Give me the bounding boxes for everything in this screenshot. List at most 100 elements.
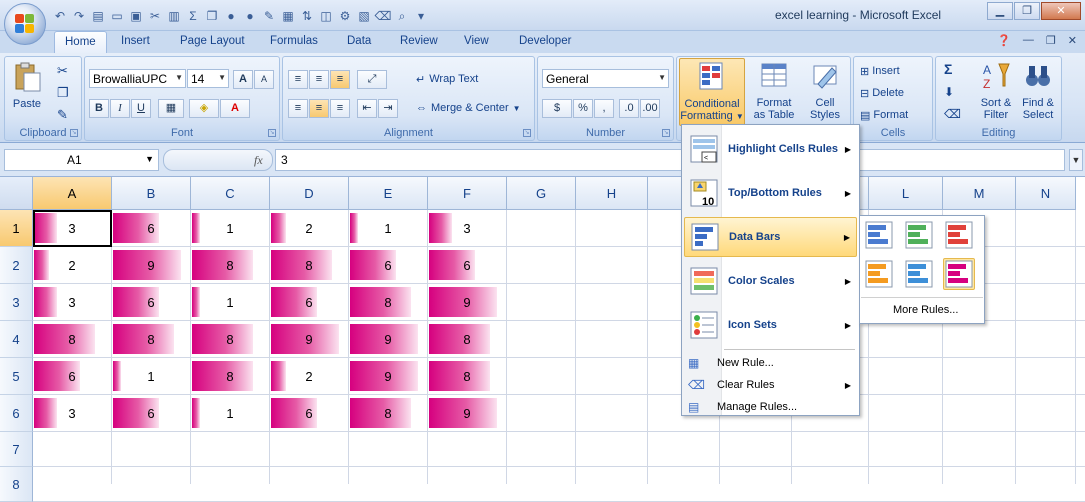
settings-icon[interactable]: ⚙ xyxy=(337,8,353,24)
cell-a3[interactable]: 3 xyxy=(33,284,111,320)
cell-d6[interactable]: 6 xyxy=(270,395,348,431)
cell-e6[interactable]: 8 xyxy=(349,395,427,431)
tab-insert[interactable]: Insert xyxy=(121,35,150,47)
orientation-icon[interactable]: ⤢ xyxy=(357,69,387,89)
cell-c2[interactable]: 8 xyxy=(191,247,269,283)
row-header-5[interactable]: 5 xyxy=(0,358,33,395)
binoculars-icon[interactable]: ⌕ xyxy=(394,8,410,24)
cell-f4[interactable]: 8 xyxy=(428,321,506,357)
column-header-h[interactable]: H xyxy=(576,177,648,210)
merge-center-button[interactable]: ⇔ Merge & Center ▼ xyxy=(416,98,521,118)
name-box[interactable]: A1 ▼ xyxy=(4,149,159,171)
clipboard-launcher-icon[interactable]: ↘ xyxy=(70,129,78,137)
chart-icon[interactable]: ▥ xyxy=(166,8,182,24)
cell-c3[interactable]: 1 xyxy=(191,284,269,320)
format-as-table-button[interactable]: Format as Table xyxy=(749,60,799,121)
number-launcher-icon[interactable]: ↘ xyxy=(662,129,670,137)
column-header-m[interactable]: M xyxy=(943,177,1016,210)
cell-e4[interactable]: 9 xyxy=(349,321,427,357)
cell-e2[interactable]: 6 xyxy=(349,247,427,283)
close-workbook-icon[interactable]: ✕ xyxy=(1068,34,1077,47)
close-button[interactable]: ✕ xyxy=(1041,2,1081,20)
autosum-icon[interactable]: Σ xyxy=(944,61,952,77)
italic-button[interactable]: I xyxy=(110,98,130,118)
increase-indent-icon[interactable]: ⇥ xyxy=(378,98,398,118)
menu-highlight-cells-rules[interactable]: < Highlight Cells Rules ▶ xyxy=(684,129,857,169)
cell-a4[interactable]: 8 xyxy=(33,321,111,357)
minimize-button[interactable]: ▁ xyxy=(987,2,1013,20)
cut-icon[interactable]: ✂ xyxy=(57,63,68,79)
shrink-font-button[interactable]: A xyxy=(254,69,274,89)
font-launcher-icon[interactable]: ↘ xyxy=(268,129,276,137)
preview-icon[interactable]: ◫ xyxy=(318,8,334,24)
tab-developer[interactable]: Developer xyxy=(519,35,571,47)
tab-data[interactable]: Data xyxy=(347,35,371,47)
tab-view[interactable]: View xyxy=(464,35,489,47)
tab-formulas[interactable]: Formulas xyxy=(270,35,318,47)
sort-icon[interactable]: ⇅ xyxy=(299,8,315,24)
decrease-indent-icon[interactable]: ⇤ xyxy=(357,98,377,118)
undo-icon[interactable]: ↶ xyxy=(52,8,68,24)
clear-icon[interactable]: ⌫ xyxy=(944,107,961,121)
eraser-icon[interactable]: ⌫ xyxy=(375,8,392,24)
cell-d3[interactable]: 6 xyxy=(270,284,348,320)
open-icon[interactable]: ▭ xyxy=(109,8,125,24)
menu-icon-sets[interactable]: Icon Sets ▶ xyxy=(684,305,857,345)
format-cells-button[interactable]: ▤ Format xyxy=(860,105,908,125)
cell-b1[interactable]: 6 xyxy=(112,210,190,246)
menu-manage-rules[interactable]: ▤ Manage Rules... xyxy=(684,397,857,417)
cell-c1[interactable]: 1 xyxy=(191,210,269,246)
data-bar-swatch[interactable] xyxy=(863,258,895,290)
comma-button[interactable]: , xyxy=(594,98,614,118)
row-header-3[interactable]: 3 xyxy=(0,284,33,321)
sort-filter-button[interactable]: AZ Sort & Filter xyxy=(976,60,1016,121)
row-header-4[interactable]: 4 xyxy=(0,321,33,358)
column-header-n[interactable]: N xyxy=(1016,177,1076,210)
print-icon[interactable]: ▤ xyxy=(90,8,106,24)
data-bar-swatch[interactable] xyxy=(943,258,975,290)
bold-button[interactable]: B xyxy=(89,98,109,118)
help-icon[interactable]: ❓ xyxy=(997,34,1011,47)
cell-b6[interactable]: 6 xyxy=(112,395,190,431)
format-icon[interactable]: ▧ xyxy=(356,8,372,24)
delete-cells-button[interactable]: ⊟ Delete xyxy=(860,83,904,103)
customize-qat-icon[interactable]: ▾ xyxy=(413,8,429,24)
insert-cells-button[interactable]: ⊞ Insert xyxy=(860,61,900,81)
underline-button[interactable]: U xyxy=(131,98,151,118)
menu-clear-rules[interactable]: ⌫ Clear Rules ▶ xyxy=(684,375,857,395)
data-bar-swatch[interactable] xyxy=(903,258,935,290)
align-center-icon[interactable]: ≡ xyxy=(309,98,329,118)
cell-b3[interactable]: 6 xyxy=(112,284,190,320)
currency-icon[interactable]: $ xyxy=(542,98,572,118)
sum-icon[interactable]: Σ xyxy=(185,8,201,24)
menu-top-bottom-rules[interactable]: 10 Top/Bottom Rules ▶ xyxy=(684,173,857,213)
format-painter-icon[interactable]: ✎ xyxy=(57,107,68,123)
find-select-button[interactable]: Find & Select xyxy=(1018,60,1058,121)
copy-icon[interactable]: ❐ xyxy=(57,85,69,101)
fill-color-icon[interactable]: ◈ xyxy=(189,98,219,118)
cell-a1[interactable]: 3 xyxy=(33,210,111,246)
row-header-1[interactable]: 1 xyxy=(0,210,33,247)
column-header-b[interactable]: B xyxy=(112,177,191,210)
paste-icon[interactable]: ▦ xyxy=(280,8,296,24)
cell-b5[interactable]: 1 xyxy=(112,358,190,394)
cell-b4[interactable]: 8 xyxy=(112,321,190,357)
cell-f2[interactable]: 6 xyxy=(428,247,506,283)
cell-d1[interactable]: 2 xyxy=(270,210,348,246)
tab-page-layout[interactable]: Page Layout xyxy=(180,35,245,47)
cell-a6[interactable]: 3 xyxy=(33,395,111,431)
alignment-launcher-icon[interactable]: ↘ xyxy=(523,129,531,137)
grow-font-button[interactable]: A xyxy=(233,69,253,89)
cell-a5[interactable]: 6 xyxy=(33,358,111,394)
tab-review[interactable]: Review xyxy=(400,35,438,47)
cell-f1[interactable]: 3 xyxy=(428,210,506,246)
row-header-6[interactable]: 6 xyxy=(0,395,33,432)
expand-formula-icon[interactable]: ▼ xyxy=(1069,149,1083,171)
column-header-g[interactable]: G xyxy=(507,177,576,210)
column-header-d[interactable]: D xyxy=(270,177,349,210)
borders-icon[interactable]: ▦ xyxy=(158,98,184,118)
cell-f5[interactable]: 8 xyxy=(428,358,506,394)
align-middle-icon[interactable]: ≡ xyxy=(309,69,329,89)
cell-styles-button[interactable]: Cell Styles xyxy=(803,60,847,121)
data-bar-swatch[interactable] xyxy=(903,219,935,251)
